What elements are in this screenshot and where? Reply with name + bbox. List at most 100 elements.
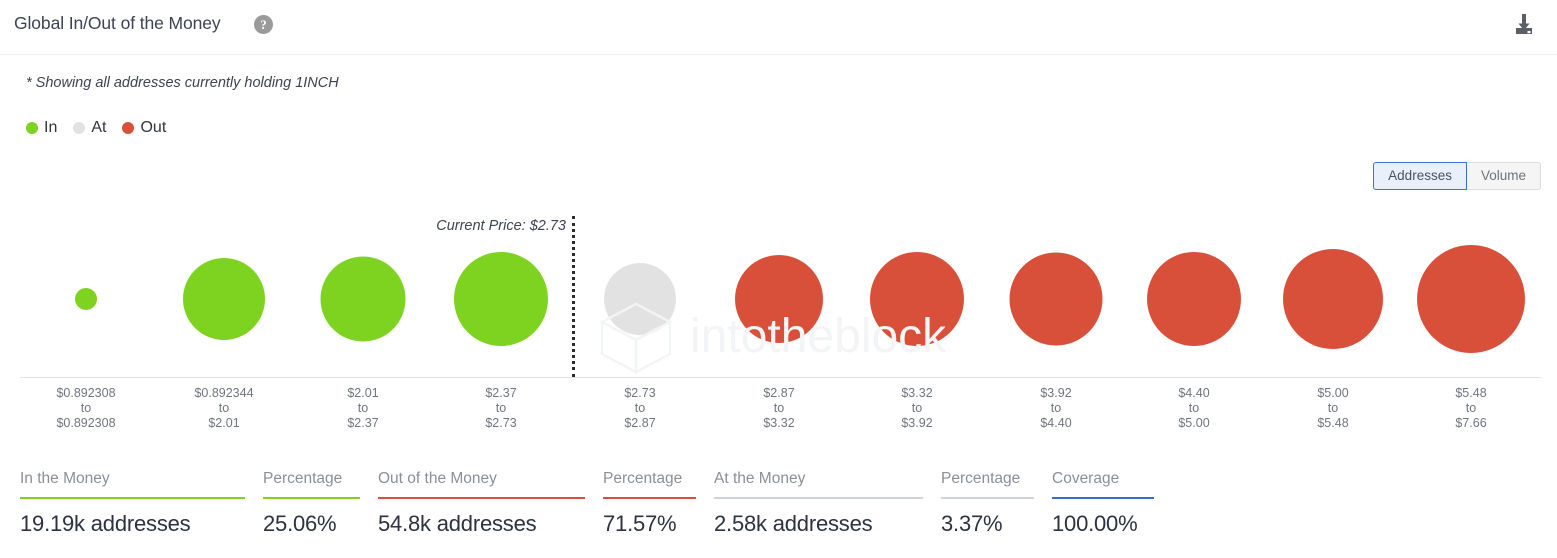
legend-dot-in-icon [26,122,38,134]
stat-label: Percentage [263,470,343,487]
axis-label-6: $3.32 to $3.92 [901,386,932,431]
axis-label-to: to [1050,401,1062,415]
axis-label-to: to [773,401,785,415]
axis-label-0: $0.892308 to $0.892308 [56,386,115,431]
axis-label-to: to [1327,401,1339,415]
bubble-out-5[interactable] [735,255,823,343]
bubble-out-6[interactable] [870,252,964,346]
download-icon[interactable] [1511,12,1537,38]
chart-subnote: * Showing all addresses currently holdin… [26,75,339,91]
axis-label-10: $5.48 to $7.66 [1455,386,1486,431]
axis-label-to: to [634,401,646,415]
bubble-in-0[interactable] [75,288,97,310]
stat-block-3: Percentage 71.57% [603,470,714,537]
stat-block-0: In the Money 19.19k addresses [20,470,263,537]
stat-block-4: At the Money 2.58k addresses [714,470,941,537]
metric-toggle-group: Addresses Volume [1373,162,1541,190]
stat-label: At the Money [714,470,806,487]
axis-label-low: $0.892308 [56,386,116,400]
stat-label: Coverage [1052,470,1120,487]
stat-label: In the Money [20,470,110,487]
toggle-volume-button[interactable]: Volume [1466,162,1541,190]
axis-label-high: $2.01 [208,416,240,430]
current-price-label: Current Price: $2.73 [436,218,566,234]
axis-label-2: $2.01 to $2.37 [347,386,378,431]
axis-label-to: to [1188,401,1200,415]
x-axis-line [20,377,1541,378]
bubble-in-3[interactable] [454,252,548,346]
chart-legend: In At Out [26,119,182,137]
axis-label-high: $5.00 [1178,416,1210,430]
axis-label-high: $5.48 [1317,416,1349,430]
axis-label-low: $3.92 [1040,386,1072,400]
axis-label-low: $5.48 [1455,386,1487,400]
stat-block-2: Out of the Money 54.8k addresses [378,470,603,537]
stat-value: 54.8k addresses [378,511,537,536]
bubble-out-8[interactable] [1147,252,1241,346]
axis-label-1: $0.892344 to $2.01 [194,386,253,431]
legend-dot-at-icon [73,122,86,134]
help-icon[interactable]: ? [254,15,273,34]
axis-label-3: $2.37 to $2.73 [485,386,516,431]
stat-block-6: Coverage 100.00% [1052,470,1172,537]
current-price-line [572,216,575,377]
axis-label-7: $3.92 to $4.40 [1040,386,1071,431]
axis-label-8: $4.40 to $5.00 [1178,386,1209,431]
bubble-out-10[interactable] [1417,245,1525,353]
stat-value: 25.06% [263,511,337,536]
panel-header: Global In/Out of the Money ? [0,0,1557,55]
stat-label: Out of the Money [378,470,497,487]
axis-label-low: $3.32 [901,386,933,400]
axis-label-high: $3.32 [763,416,795,430]
axis-label-low: $2.87 [763,386,795,400]
axis-label-high: $4.40 [1040,416,1072,430]
axis-label-high: $2.73 [485,416,517,430]
axis-label-to: to [357,401,369,415]
bubble-out-7[interactable] [1009,252,1103,346]
axis-label-low: $4.40 [1178,386,1210,400]
bubble-in-1[interactable] [183,258,265,340]
axis-label-low: $0.892344 [194,386,254,400]
axis-label-to: to [911,401,923,415]
stat-value: 71.57% [603,511,677,536]
axis-label-9: $5.00 to $5.48 [1317,386,1348,431]
legend-label-in: In [44,119,58,136]
axis-label-low: $5.00 [1317,386,1349,400]
axis-label-low: $2.01 [347,386,379,400]
bubble-out-9[interactable] [1283,249,1383,349]
axis-label-high: $2.87 [624,416,656,430]
stat-value: 100.00% [1052,511,1138,536]
axis-label-high: $0.892308 [56,416,116,430]
legend-item-at[interactable]: At [73,119,106,137]
axis-label-5: $2.87 to $3.32 [763,386,794,431]
axis-label-high: $3.92 [901,416,933,430]
legend-dot-out-icon [122,122,135,134]
axis-label-low: $2.73 [624,386,656,400]
legend-item-out[interactable]: Out [122,119,166,137]
axis-label-high: $2.37 [347,416,379,430]
axis-label-to: to [1465,401,1477,415]
axis-label-to: to [495,401,507,415]
bubble-plot-area: Current Price: $2.73 [0,205,1557,378]
stat-value: 19.19k addresses [20,511,191,536]
bubble-in-2[interactable] [320,256,406,342]
toggle-addresses-button[interactable]: Addresses [1373,162,1467,190]
axis-label-high: $7.66 [1455,416,1487,430]
legend-label-at: At [91,119,107,136]
bubble-at-4[interactable] [604,263,676,335]
axis-label-to: to [80,401,92,415]
stat-block-5: Percentage 3.37% [941,470,1052,537]
axis-label-to: to [218,401,230,415]
x-axis-labels: $0.892308 to $0.892308 $0.892344 to $2.01 $2.0… [0,386,1557,442]
legend-item-in[interactable]: In [26,119,57,137]
stat-block-1: Percentage 25.06% [263,470,378,537]
summary-stats-row: In the Money 19.19k addresses Percentage 25… [20,470,1557,537]
axis-label-4: $2.73 to $2.87 [624,386,655,431]
stat-value: 3.37% [941,511,1003,536]
stat-value: 2.58k addresses [714,511,873,536]
stat-label: Percentage [603,470,683,487]
axis-label-low: $2.37 [485,386,517,400]
page-title: Global In/Out of the Money [14,13,221,33]
stat-label: Percentage [941,470,1021,487]
legend-label-out: Out [140,119,167,136]
